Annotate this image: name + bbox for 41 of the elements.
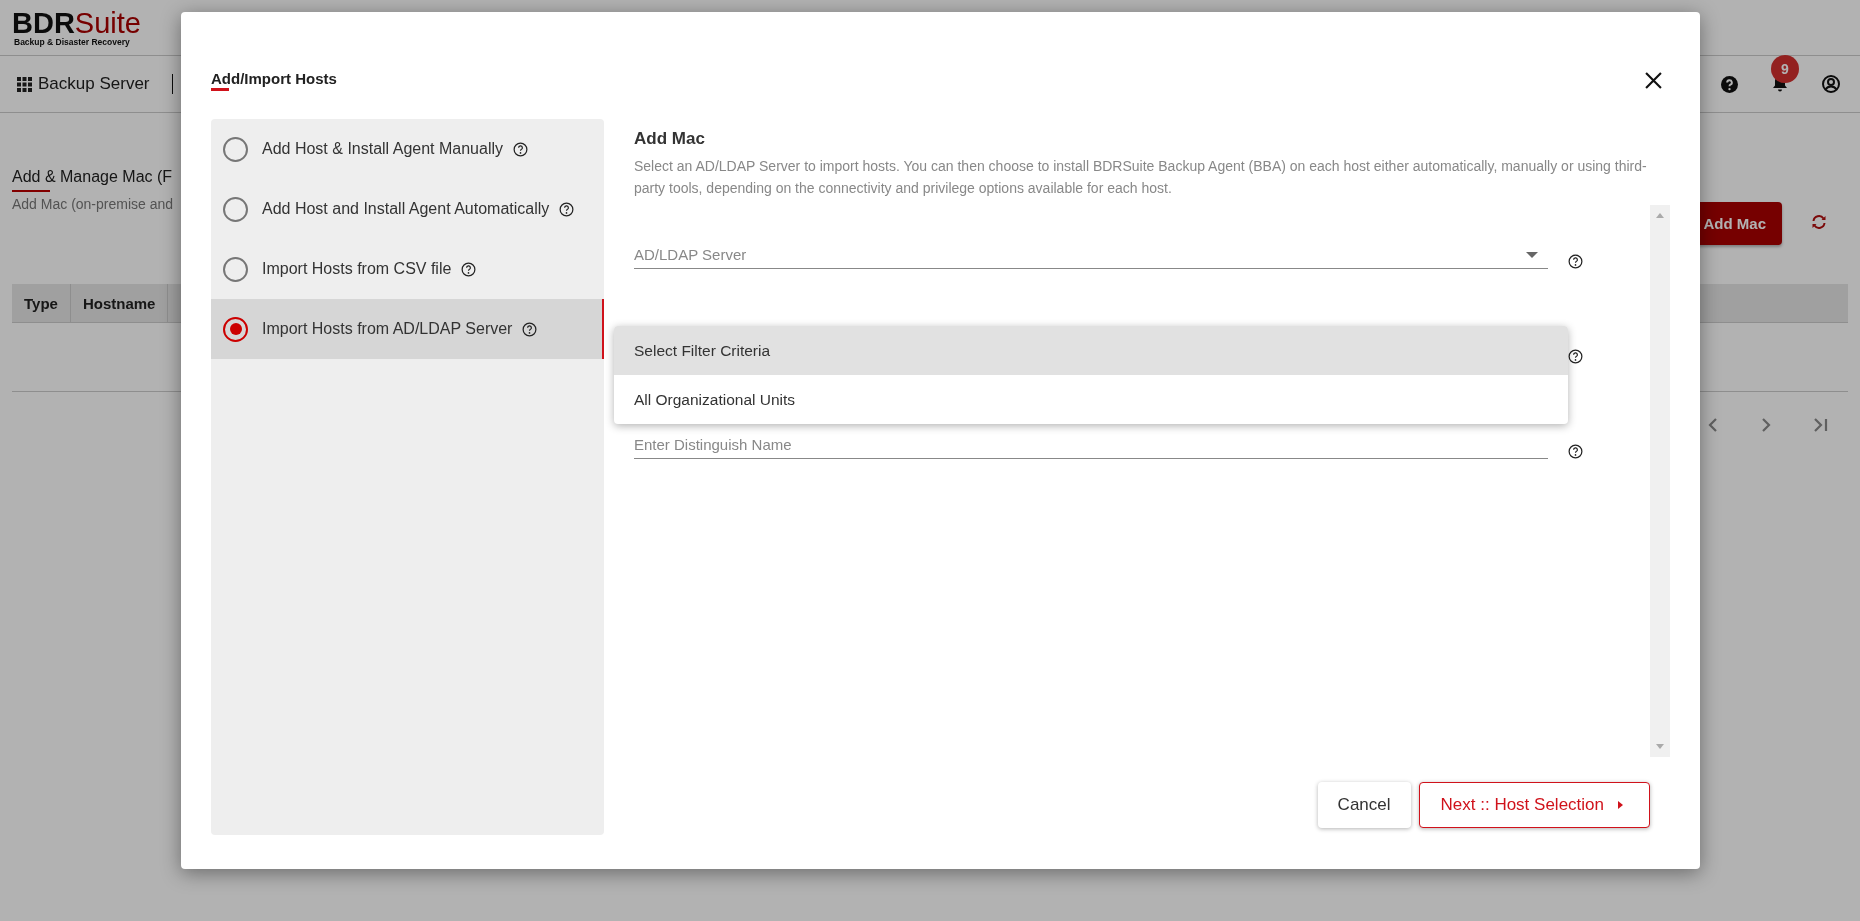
radio-button[interactable] bbox=[223, 256, 248, 282]
close-icon[interactable] bbox=[1645, 71, 1662, 89]
dropdown-option[interactable]: Select Filter Criteria bbox=[614, 326, 1568, 375]
column-header[interactable]: Type bbox=[12, 284, 71, 322]
brand-logo: BDRSuite Backup & Disaster Recovery bbox=[12, 8, 141, 47]
grid-icon bbox=[17, 76, 32, 92]
page-subtitle: Add Mac (on-premise and bbox=[12, 196, 174, 212]
caret-icon bbox=[1618, 801, 1623, 809]
option-item[interactable]: Import Hosts from CSV file bbox=[211, 239, 604, 299]
option-item[interactable]: Add Host & Install Agent Manually bbox=[211, 119, 604, 179]
radio-button[interactable] bbox=[223, 136, 248, 162]
last-page-icon[interactable] bbox=[1813, 417, 1828, 433]
dropdown-option[interactable]: All Organizational Units bbox=[614, 375, 1568, 424]
server-menu[interactable]: Backup Server bbox=[17, 74, 173, 94]
user-icon[interactable] bbox=[1822, 75, 1840, 93]
page-title: Add & Manage Mac (F bbox=[12, 168, 174, 192]
option-label: Add Host and Install Agent Automatically bbox=[262, 200, 550, 218]
help-icon[interactable] bbox=[1568, 349, 1583, 364]
input-field[interactable]: Enter Distinguish Name bbox=[634, 431, 1548, 459]
cancel-button[interactable]: Cancel bbox=[1317, 782, 1411, 828]
help-icon[interactable] bbox=[461, 261, 477, 277]
help-icon[interactable] bbox=[513, 141, 529, 157]
help-icon[interactable] bbox=[1568, 444, 1583, 459]
section-heading: Add Mac bbox=[634, 129, 706, 149]
caret-icon bbox=[1526, 251, 1538, 258]
option-label: Import Hosts from CSV file bbox=[262, 260, 452, 278]
help-icon[interactable] bbox=[522, 321, 538, 337]
next-button[interactable]: Next :: Host Selection bbox=[1418, 782, 1650, 828]
option-item[interactable]: Import Hosts from AD/LDAP Server bbox=[211, 299, 604, 359]
radio-button[interactable] bbox=[223, 316, 248, 342]
notification-badge: 9 bbox=[1771, 55, 1799, 83]
help-icon[interactable] bbox=[559, 201, 575, 217]
help-icon[interactable] bbox=[1721, 75, 1738, 93]
select-field[interactable]: AD/LDAP Server bbox=[634, 241, 1548, 269]
option-item[interactable]: Add Host and Install Agent Automatically bbox=[211, 179, 604, 239]
option-label: Add Host & Install Agent Manually bbox=[262, 140, 504, 158]
column-header[interactable]: Hostname bbox=[70, 284, 169, 322]
option-label: Import Hosts from AD/LDAP Server bbox=[262, 320, 513, 338]
description-text: Select an AD/LDAP Server to import hosts. You can then choose to install BDRSuite Backup Agent (BBA) on each host either automatically, manually or using third-party tools, depending on the connectivity and privilege options available for each host. bbox=[634, 157, 1648, 198]
radio-button[interactable] bbox=[223, 196, 248, 222]
help-icon[interactable] bbox=[1568, 254, 1583, 269]
